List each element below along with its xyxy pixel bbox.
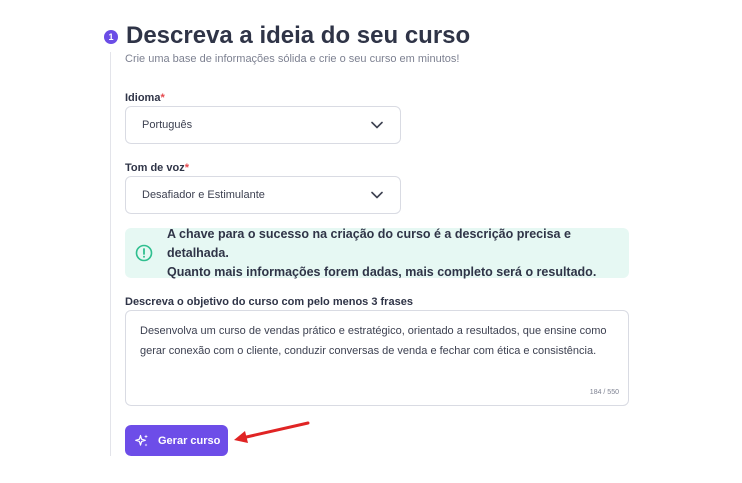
generate-course-button[interactable]: Gerar curso: [125, 425, 228, 456]
language-select-value: Português: [142, 119, 193, 131]
language-label: Idioma*: [125, 92, 165, 104]
alert-line-2: Quanto mais informações forem dadas, mai…: [167, 264, 597, 279]
page-title: Descreva a ideia do seu curso: [126, 22, 471, 49]
objective-textarea-value: Desenvolva um curso de vendas prático e …: [140, 325, 607, 357]
page-subtitle: Crie uma base de informações sólida e cr…: [125, 53, 460, 65]
language-label-text: Idioma: [125, 92, 161, 104]
character-counter: 184 / 550: [589, 389, 619, 396]
alert-line-1: A chave para o sucesso na criação do cur…: [167, 226, 571, 260]
chevron-down-icon: [370, 188, 384, 202]
required-mark: *: [184, 162, 189, 174]
step-connector-line: [110, 52, 111, 456]
objective-label: Descreva o objetivo do curso com pelo me…: [125, 296, 413, 308]
red-arrow-icon: [234, 421, 310, 443]
tone-select[interactable]: Desafiador e Estimulante: [125, 176, 401, 214]
chevron-down-icon: [370, 118, 384, 132]
objective-textarea[interactable]: Desenvolva um curso de vendas prático e …: [125, 310, 629, 406]
tone-label: Tom de voz*: [125, 162, 189, 174]
generate-course-label: Gerar curso: [158, 434, 221, 447]
step-number-badge: 1: [104, 30, 118, 44]
tip-alert: A chave para o sucesso na criação do cur…: [125, 227, 629, 279]
tone-select-value: Desafiador e Estimulante: [142, 189, 265, 201]
alert-text: A chave para o sucesso na criação do cur…: [167, 225, 629, 282]
tone-label-text: Tom de voz: [125, 162, 185, 174]
sparkles-icon: [134, 433, 150, 449]
language-select[interactable]: Português: [125, 106, 401, 144]
info-circle-icon: [135, 244, 153, 262]
required-mark: *: [160, 92, 165, 104]
